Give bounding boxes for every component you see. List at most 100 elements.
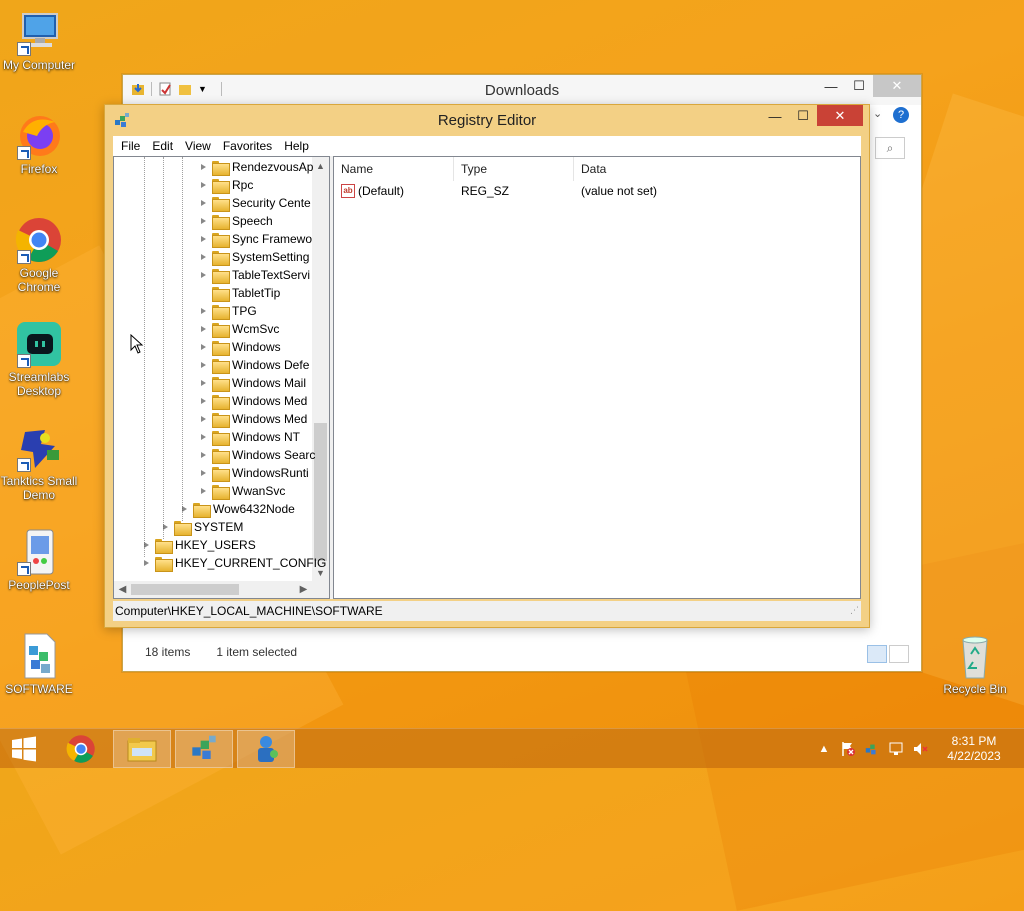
tree-horizontal-scrollbar[interactable]: ◀ ▶ (114, 581, 329, 598)
tree-node[interactable]: TPG (199, 302, 257, 320)
tree-node[interactable]: Wow6432Node (180, 500, 295, 518)
menu-favorites[interactable]: Favorites (217, 139, 278, 153)
downloads-titlebar[interactable]: ▼ Downloads — ☐ ✕ (123, 75, 921, 105)
expand-arrow-icon[interactable] (180, 505, 189, 514)
expand-arrow-icon[interactable] (199, 181, 208, 190)
regedit-tray-icon[interactable] (863, 740, 881, 758)
clock[interactable]: 8:31 PM 4/22/2023 (938, 734, 1010, 764)
expand-arrow-icon[interactable] (199, 163, 208, 172)
tree-node[interactable]: Sync Framewo (199, 230, 312, 248)
menu-file[interactable]: File (115, 139, 146, 153)
tree-node[interactable]: SYSTEM (161, 518, 243, 536)
tree-node[interactable]: Windows Mail (199, 374, 306, 392)
tree-node[interactable]: Windows Med (199, 410, 307, 428)
tree-node[interactable]: Windows Defe (199, 356, 309, 374)
expand-arrow-icon[interactable] (142, 559, 151, 568)
resize-grip-icon[interactable]: ⋰ (850, 600, 859, 620)
volume-muted-icon[interactable] (911, 740, 929, 758)
minimize-button[interactable]: — (761, 105, 789, 127)
expand-arrow-icon[interactable] (199, 253, 208, 262)
folder-icon (193, 502, 211, 518)
menu-view[interactable]: View (179, 139, 217, 153)
tree-node[interactable]: HKEY_USERS (142, 536, 256, 554)
desktop-icon-streamlabs[interactable]: Streamlabs Desktop (0, 320, 78, 398)
value-row[interactable]: ab (Default) REG_SZ (value not set) (334, 182, 860, 200)
expand-arrow-icon[interactable] (199, 379, 208, 388)
tree-node[interactable]: Windows (199, 338, 281, 356)
column-data[interactable]: Data (574, 157, 734, 181)
search-icon[interactable]: ⌕ (875, 137, 905, 159)
expand-arrow-icon[interactable] (199, 487, 208, 496)
expand-arrow-icon[interactable] (199, 343, 208, 352)
tree-node[interactable]: Windows Med (199, 392, 307, 410)
desktop-icon-recycle-bin[interactable]: Recycle Bin (936, 632, 1014, 696)
expand-arrow-icon[interactable] (199, 397, 208, 406)
tree-node[interactable]: WwanSvc (199, 482, 285, 500)
chrome-icon (15, 216, 63, 264)
tree-node[interactable]: HKEY_CURRENT_CONFIG (142, 554, 326, 572)
tree-node[interactable]: Windows NT (199, 428, 300, 446)
taskbar-regedit-button[interactable] (175, 730, 233, 768)
expand-arrow-icon[interactable] (142, 541, 151, 550)
close-button[interactable]: ✕ (873, 75, 921, 97)
taskbar-file-explorer-button[interactable] (113, 730, 171, 768)
expand-arrow-icon[interactable] (199, 469, 208, 478)
desktop-icon-tanktics[interactable]: Tanktics Small Demo (0, 424, 78, 502)
tree-node[interactable]: Speech (199, 212, 273, 230)
expand-arrow-icon[interactable] (199, 325, 208, 334)
tree-vertical-scrollbar[interactable]: ▲ ▼ (312, 157, 329, 581)
close-button[interactable]: ✕ (817, 105, 863, 126)
tree-node[interactable]: WindowsRunti (199, 464, 309, 482)
desktop-icon-chrome[interactable]: Google Chrome (0, 216, 78, 294)
registry-tree[interactable]: ▲ ▼ ◀ ▶ RendezvousAp Rpc Security Cente Spe… (113, 156, 330, 599)
scroll-up-arrow[interactable]: ▲ (312, 157, 329, 174)
taskbar-network-app-button[interactable] (237, 730, 295, 768)
tree-node[interactable]: RendezvousAp (199, 158, 313, 176)
tree-node[interactable]: Windows Searc (199, 446, 315, 464)
expand-arrow-icon[interactable] (161, 523, 170, 532)
show-hidden-icons-icon[interactable]: ▲ (815, 740, 833, 758)
tree-node[interactable]: TabletTip (199, 284, 280, 302)
minimize-button[interactable]: — (817, 75, 845, 97)
scroll-left-arrow[interactable]: ◀ (114, 581, 131, 598)
scroll-thumb[interactable] (314, 423, 327, 561)
details-view-button[interactable] (867, 645, 887, 663)
taskbar-chrome-button[interactable] (52, 730, 110, 768)
scroll-thumb[interactable] (131, 584, 239, 595)
values-list[interactable]: Name Type Data ab (Default) REG_SZ (value… (333, 156, 861, 599)
tree-node[interactable]: Security Cente (199, 194, 311, 212)
expand-arrow-icon[interactable] (199, 199, 208, 208)
action-center-flag-icon[interactable] (839, 740, 857, 758)
menu-help[interactable]: Help (278, 139, 315, 153)
expand-arrow-icon[interactable] (199, 307, 208, 316)
tree-node[interactable]: WcmSvc (199, 320, 279, 338)
scroll-right-arrow[interactable]: ▶ (295, 581, 312, 598)
large-icons-view-button[interactable] (889, 645, 909, 663)
tree-node[interactable]: SystemSetting (199, 248, 309, 266)
registry-editor-window[interactable]: Registry Editor — ☐ ✕ File Edit View Fav… (104, 104, 870, 628)
expand-arrow-icon[interactable] (199, 361, 208, 370)
maximize-button[interactable]: ☐ (789, 105, 817, 127)
column-type[interactable]: Type (454, 157, 574, 181)
tree-node-label: Windows (232, 340, 281, 354)
expand-arrow-icon[interactable] (199, 415, 208, 424)
expand-arrow-icon[interactable] (199, 235, 208, 244)
desktop-icon-my-computer[interactable]: My Computer (0, 8, 78, 72)
menu-edit[interactable]: Edit (146, 139, 179, 153)
desktop-icon-software[interactable]: SOFTWARE (0, 632, 78, 696)
column-name[interactable]: Name (334, 157, 454, 181)
network-icon[interactable] (887, 740, 905, 758)
expand-arrow-icon[interactable] (199, 433, 208, 442)
desktop-icon-peoplepost[interactable]: PeoplePost (0, 528, 78, 592)
chevron-down-icon[interactable]: ⌄ (873, 107, 882, 120)
start-button[interactable] (0, 729, 48, 769)
expand-arrow-icon[interactable] (199, 271, 208, 280)
help-icon[interactable]: ? (893, 107, 909, 123)
maximize-button[interactable]: ☐ (845, 75, 873, 97)
desktop-icon-firefox[interactable]: Firefox (0, 112, 78, 176)
expand-arrow-icon[interactable] (199, 217, 208, 226)
tree-node[interactable]: TableTextServi (199, 266, 310, 284)
expand-arrow-icon[interactable] (199, 451, 208, 460)
regedit-titlebar[interactable]: Registry Editor — ☐ ✕ (105, 105, 869, 135)
tree-node[interactable]: Rpc (199, 176, 253, 194)
